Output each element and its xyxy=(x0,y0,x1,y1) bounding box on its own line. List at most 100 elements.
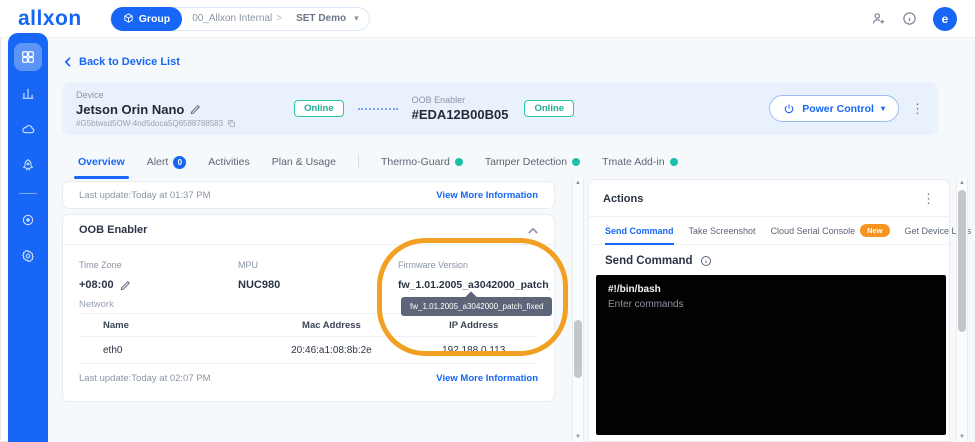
actions-panel: Actions ⋮ Send Command Take Screenshot C… xyxy=(588,179,971,442)
sidebar-item-insights[interactable] xyxy=(14,79,42,107)
user-avatar[interactable]: e xyxy=(933,6,957,31)
tab-label: Thermo-Guard xyxy=(380,156,450,168)
device-status-badge: Online xyxy=(294,100,344,117)
sidebar-item-devices[interactable] xyxy=(14,43,42,71)
scrollbar-thumb[interactable] xyxy=(574,320,582,378)
group-chip[interactable]: Group xyxy=(110,6,183,31)
power-control-caret-icon: ▾ xyxy=(880,104,885,113)
tab-activities[interactable]: Activities xyxy=(208,147,249,177)
scroll-up-arrow-icon[interactable]: ▲ xyxy=(573,180,583,186)
last-update-text: Last update:Today at 01:37 PM xyxy=(79,189,211,201)
oob-card-footer: Last update:Today at 02:07 PM View More … xyxy=(63,373,554,384)
cell-mac-address: 20:46:a1:08:8b:2e xyxy=(291,344,372,356)
command-editor[interactable]: #!/bin/bash Enter commands xyxy=(596,275,946,435)
breadcrumb-group[interactable]: SET Demo xyxy=(296,13,346,24)
tab-label: Take Screenshot xyxy=(688,225,756,236)
mpu-label: MPU xyxy=(238,260,258,270)
tab-tamper-detection[interactable]: Tamper Detection xyxy=(484,147,581,177)
actions-panel-scrollbar[interactable]: ▲ ▼ xyxy=(956,178,968,442)
copy-serial-icon[interactable] xyxy=(227,119,236,128)
tab-plan-usage[interactable]: Plan & Usage xyxy=(272,147,336,177)
devices-grid-icon xyxy=(21,50,35,64)
tab-label: Activities xyxy=(208,156,250,168)
status-dot-icon xyxy=(669,158,678,166)
alert-count-badge: 0 xyxy=(173,155,187,169)
oob-card-header: OOB Enabler xyxy=(63,215,554,245)
breadcrumb-separator: > xyxy=(276,13,283,24)
tab-thermo-guard[interactable]: Thermo-Guard xyxy=(381,147,463,177)
device-tabs: Overview Alert 0 Activities Plan & Usage… xyxy=(74,147,678,179)
device-info-card-footer: Last update:Today at 01:37 PM View More … xyxy=(62,181,555,209)
edit-device-name-icon[interactable] xyxy=(190,104,201,115)
mpu-value: NUC980 xyxy=(238,279,281,291)
rocket-icon xyxy=(21,158,35,172)
breadcrumb-org[interactable]: 00_Allxon Internal xyxy=(192,13,272,24)
collapse-chevron-icon[interactable] xyxy=(528,227,538,234)
device-block: Device Jetson Orin Nano #G5btwsd5OW-4nd5… xyxy=(76,90,236,128)
back-to-device-list-link[interactable]: Back to Device List xyxy=(64,56,180,68)
command-line: #!/bin/bash xyxy=(608,284,661,295)
status-dot-icon xyxy=(454,158,463,166)
col-name: Name xyxy=(103,319,129,331)
tab-tmate-addin[interactable]: Tmate Add-in xyxy=(602,147,678,177)
tab-send-command[interactable]: Send Command xyxy=(605,217,674,245)
field-timezone: Time Zone +08:00 xyxy=(79,255,131,291)
gear-icon xyxy=(21,249,35,263)
sidebar-nav xyxy=(8,33,48,442)
tab-label: Alert xyxy=(146,156,169,168)
oob-block: OOB Enabler #EDA12B00B05 xyxy=(412,95,509,122)
group-dropdown-caret-icon[interactable]: ▾ xyxy=(354,13,359,24)
last-update-text: Last update:Today at 02:07 PM xyxy=(79,373,211,384)
sidebar-item-support[interactable] xyxy=(14,206,42,234)
oob-enabler-label: OOB Enabler xyxy=(411,95,466,105)
timezone-value: +08:00 xyxy=(79,279,114,291)
tab-label: Plan & Usage xyxy=(271,156,336,168)
firmware-value[interactable]: fw_1.01.2005_a3042000_patch_... xyxy=(398,279,550,291)
section-title-label: Send Command xyxy=(605,255,693,267)
scroll-down-arrow-icon[interactable]: ▼ xyxy=(957,434,967,440)
power-control-label: Power Control xyxy=(802,102,874,115)
scrollbar-thumb[interactable] xyxy=(958,190,966,332)
scroll-up-arrow-icon[interactable]: ▲ xyxy=(957,180,967,186)
tab-overview[interactable]: Overview xyxy=(74,147,129,179)
view-more-information-link[interactable]: View More Information xyxy=(436,190,538,201)
actions-menu-kebab-icon[interactable]: ⋮ xyxy=(922,191,935,207)
edit-timezone-icon[interactable] xyxy=(120,280,131,291)
oob-status-badge: Online xyxy=(524,100,575,117)
group-chip-label: Group xyxy=(138,12,171,25)
scroll-down-arrow-icon[interactable]: ▼ xyxy=(573,434,583,440)
cell-ip-address: 192.188.0.113 xyxy=(442,344,506,356)
back-link-label: Back to Device List xyxy=(79,56,180,68)
cloud-icon xyxy=(21,122,36,137)
main-column-scrollbar[interactable]: ▲ ▼ xyxy=(572,178,584,442)
tab-take-screenshot[interactable]: Take Screenshot xyxy=(689,217,756,245)
top-header: allxon Group 00_Allxon Internal > SET De… xyxy=(0,0,975,38)
device-serial: #G5btwsd5OW-4nd5doca5Q6588788583 xyxy=(76,118,224,128)
connection-dotted-line xyxy=(357,107,398,110)
tab-label: Cloud Serial Console xyxy=(770,225,856,236)
tab-alert[interactable]: Alert 0 xyxy=(147,147,187,177)
status-dot-icon xyxy=(572,158,581,166)
firmware-version-tooltip: fw_1.01.2005_a3042000_patch_fixed xyxy=(401,297,553,316)
power-icon xyxy=(783,103,795,115)
chevron-left-icon xyxy=(64,57,71,67)
device-menu-kebab-icon[interactable]: ⋮ xyxy=(911,101,924,117)
tab-cloud-serial-console[interactable]: Cloud Serial Console New xyxy=(771,217,890,245)
tab-label: Tamper Detection xyxy=(484,156,568,168)
sidebar-item-apps[interactable] xyxy=(14,151,42,179)
cell-interface-name: eth0 xyxy=(103,344,123,356)
sidebar-item-settings[interactable] xyxy=(14,242,42,270)
device-label: Device xyxy=(76,89,104,100)
view-more-information-link[interactable]: View More Information xyxy=(436,373,538,384)
tab-label: Overview xyxy=(78,156,125,168)
group-selector[interactable]: Group 00_Allxon Internal > SET Demo ▾ xyxy=(109,6,370,31)
network-table-row: eth0 20:46:a1:08:8b:2e 192.188.0.113 xyxy=(79,337,538,364)
info-circle-icon[interactable] xyxy=(700,255,712,267)
power-control-button[interactable]: Power Control ▾ xyxy=(769,95,899,122)
invite-user-icon[interactable] xyxy=(871,11,886,26)
timezone-label: Time Zone xyxy=(79,260,122,270)
network-section-label: Network xyxy=(79,299,114,310)
help-info-icon[interactable] xyxy=(902,11,917,26)
tab-label: Tmate Add-in xyxy=(602,156,665,168)
sidebar-item-cloud-services[interactable] xyxy=(14,115,42,143)
